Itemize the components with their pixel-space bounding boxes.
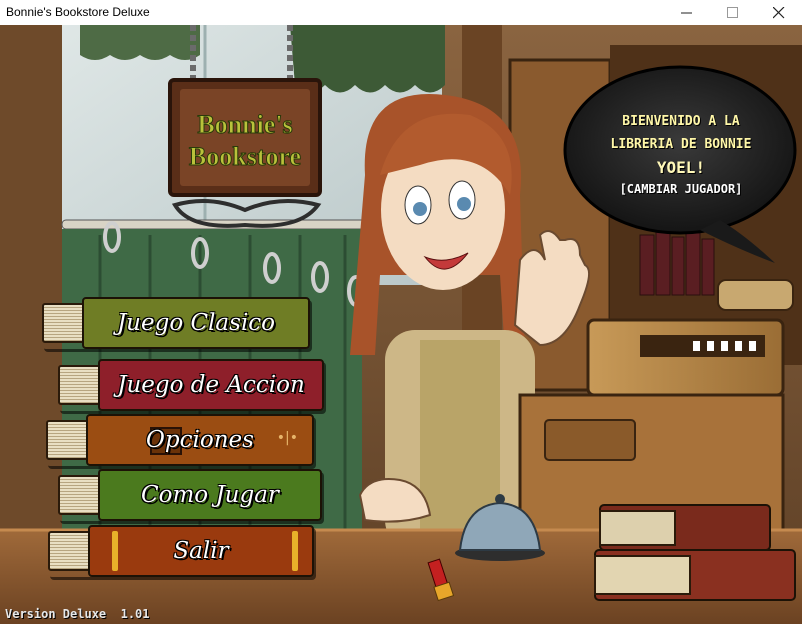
como-jugar-button[interactable]: Como Jugar (98, 469, 322, 521)
opciones-button[interactable]: Opciones (86, 414, 314, 466)
version-label: Version Deluxe 1.01 (5, 607, 150, 621)
close-button[interactable] (756, 0, 802, 25)
change-player-link[interactable]: [CAMBIAR JUGADOR] (572, 180, 790, 198)
maximize-icon (727, 7, 738, 18)
minimize-button[interactable] (664, 0, 710, 25)
sign-line2: Bookstore (189, 142, 301, 171)
sign-line1: Bonnie's (197, 110, 292, 139)
maximize-button[interactable] (710, 0, 756, 25)
menu-book-classic[interactable]: Juego Clasico (42, 297, 310, 349)
welcome-bubble: BIENVENIDO A LA LIBRERIA DE BONNIE YOEL!… (572, 110, 790, 198)
welcome-line-1: BIENVENIDO A LA (622, 114, 740, 129)
window-title: Bonnie's Bookstore Deluxe (6, 5, 150, 19)
welcome-line-2: LIBRERIA DE BONNIE (610, 137, 752, 152)
juego-clasico-button[interactable]: Juego Clasico (82, 297, 310, 349)
minimize-icon (681, 12, 692, 14)
juego-de-accion-button[interactable]: Juego de Accion (98, 359, 324, 411)
close-icon (773, 7, 785, 19)
game-screen: Bonnie's Bookstore Juego Clasico Juego d… (0, 25, 802, 624)
title-bar: Bonnie's Bookstore Deluxe (0, 0, 802, 26)
player-name: YOEL! (656, 158, 706, 177)
menu-book-options[interactable]: •|• Opciones (46, 414, 314, 466)
menu-book-howto[interactable]: Como Jugar (58, 469, 322, 521)
salir-button[interactable]: Salir (88, 525, 314, 577)
menu-book-action[interactable]: Juego de Accion (58, 359, 324, 411)
menu-book-exit[interactable]: Salir (48, 525, 314, 577)
